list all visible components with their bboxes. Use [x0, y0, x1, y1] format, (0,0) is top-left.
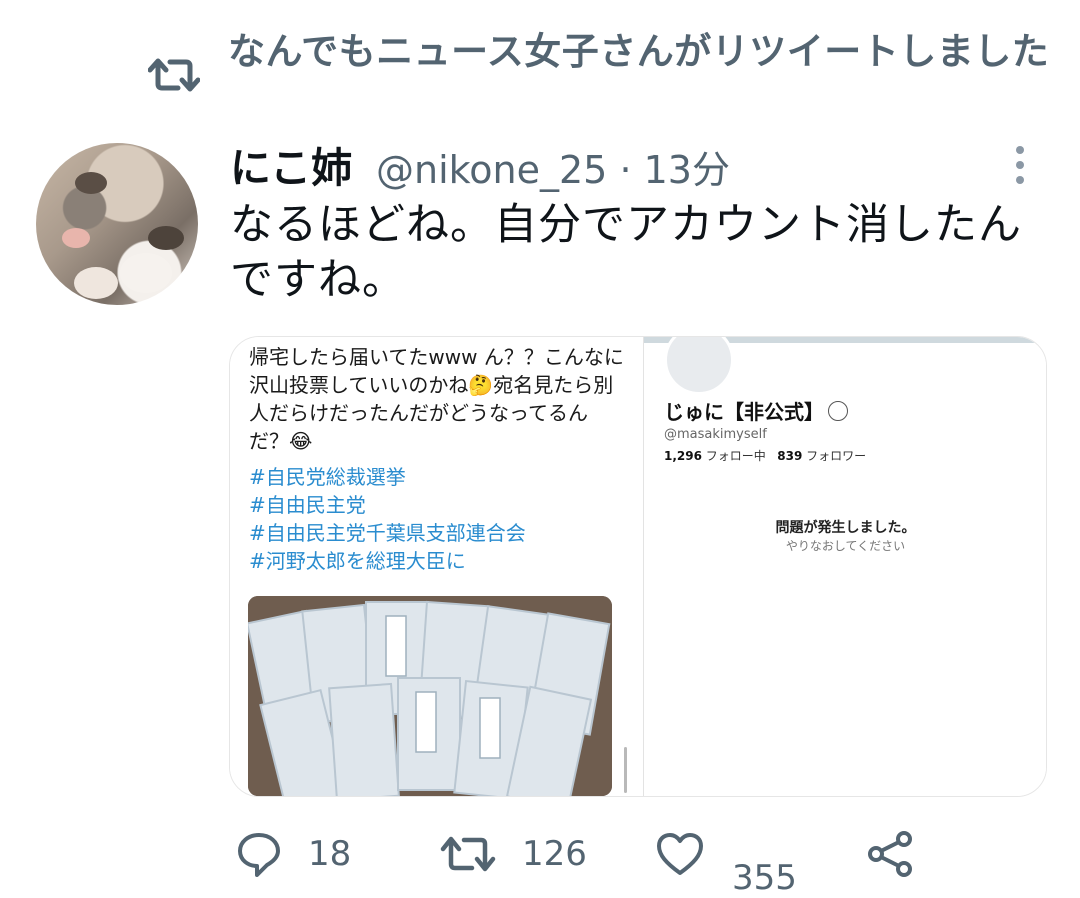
media-screenshot-tweet[interactable]: 帰宅したら届いてたwww ん？？こんなに沢山投票していいのかね🤔宛名見たら別人だ…: [230, 337, 630, 796]
author-avatar[interactable]: [36, 143, 198, 305]
tweet-text: なるほどね。自分でアカウント消したんですね。: [230, 200, 1022, 305]
cat-avatar-icon: [62, 172, 184, 299]
media-screenshot-profile[interactable]: じゅに【非公式】 @masakimyself 1,296 フォロー中 839 フ…: [643, 337, 1046, 796]
hashtag: #自由民主党: [249, 493, 366, 517]
retweet-count: 126: [522, 834, 587, 874]
tweet-media[interactable]: 帰宅したら届いてたwww ん？？こんなに沢山投票していいのかね🤔宛名見たら別人だ…: [229, 336, 1047, 797]
share-icon: [868, 831, 912, 877]
retweeted-by-label[interactable]: なんでもニュース女子さんがリツイートしました: [228, 28, 1058, 75]
hashtag: #自由民主党千葉県支部連合会: [249, 521, 526, 545]
retweet-icon: [148, 58, 200, 92]
embedded-tweet-text: 帰宅したら届いてたwww ん？？こんなに沢山投票していいのかね🤔宛名見たら別人だ…: [249, 345, 624, 453]
retweet-icon: [440, 836, 496, 872]
reply-count: 18: [308, 834, 352, 874]
reply-button[interactable]: 18: [236, 830, 351, 878]
reply-icon: [238, 833, 280, 877]
embedded-hashtags: #自民党総裁選挙 #自由民主党 #自由民主党千葉県支部連合会 #河野太郎を総理大…: [249, 463, 624, 575]
profile-name: じゅに【非公式】: [664, 396, 848, 425]
like-button[interactable]: [656, 830, 704, 878]
author-name[interactable]: にこ姉: [230, 142, 352, 194]
ballot-envelopes-photo: [248, 596, 612, 796]
profile-avatar: [664, 337, 734, 395]
hashtag: #自民党総裁選挙: [249, 465, 406, 489]
more-options-icon[interactable]: [1012, 145, 1028, 185]
share-button[interactable]: [866, 830, 914, 878]
error-title: 問題が発生しました。: [775, 520, 916, 536]
scrollbar[interactable]: [624, 747, 627, 793]
heart-icon: [657, 833, 703, 875]
error-subtitle: やりなおしてください: [785, 539, 906, 553]
like-count: 355: [732, 858, 797, 898]
hashtag: #河野太郎を総理大臣に: [249, 549, 466, 573]
profile-handle: @masakimyself: [664, 427, 767, 442]
profile-stats: 1,296 フォロー中 839 フォロワー: [664, 449, 867, 463]
retweet-button[interactable]: 126: [440, 830, 587, 878]
author-handle-time[interactable]: @nikone_25 · 13分: [376, 144, 730, 196]
badge-icon: [828, 401, 848, 421]
